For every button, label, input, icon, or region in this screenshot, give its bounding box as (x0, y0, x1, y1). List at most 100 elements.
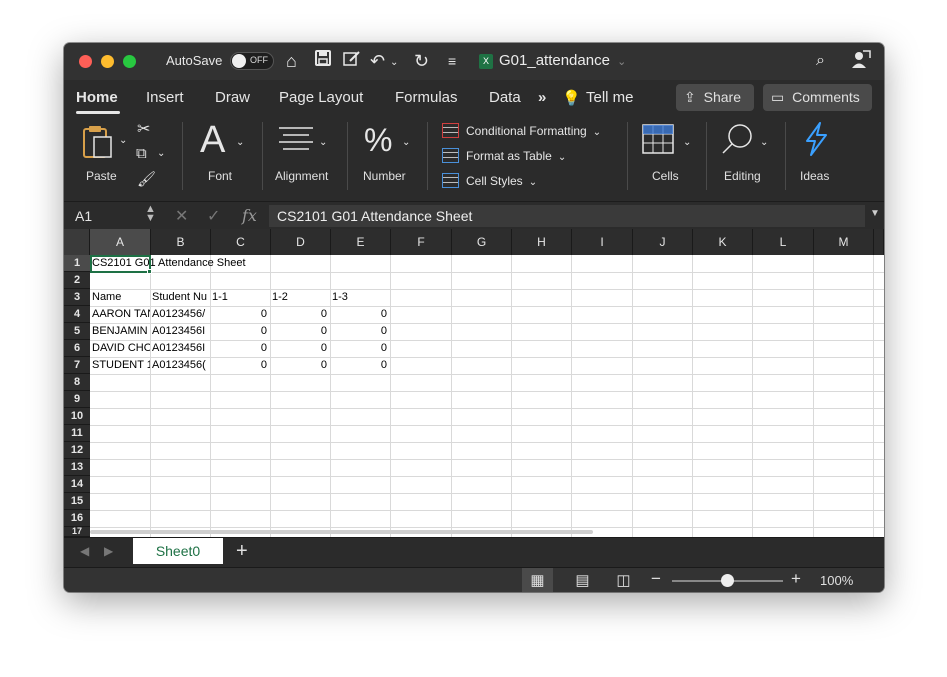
tab-page-layout[interactable]: Page Layout (279, 89, 363, 106)
cell-e5[interactable]: 0 (330, 323, 390, 340)
cell-styles-button[interactable]: Cell Styles ⌄ (442, 173, 537, 188)
copy-dropdown-icon[interactable]: ⌄ (157, 149, 165, 159)
select-all-corner[interactable] (64, 229, 90, 255)
cell-c4[interactable]: 0 (210, 306, 270, 323)
row-header-10[interactable]: 10 (64, 408, 90, 425)
tab-formulas[interactable]: Formulas (395, 89, 458, 106)
row-header-13[interactable]: 13 (64, 459, 90, 476)
cell-e7[interactable]: 0 (330, 357, 390, 374)
font-dropdown-icon[interactable]: ⌄ (236, 138, 244, 148)
autosave-toggle[interactable]: OFF (230, 52, 274, 70)
row-header-17[interactable]: 17 (64, 527, 90, 537)
cell-a4[interactable]: AARON TAN (90, 306, 150, 323)
cell-a3[interactable]: Name (90, 289, 150, 306)
comments-button[interactable]: ▭ Comments (763, 84, 872, 111)
document-title[interactable]: X G01_attendance ⌄ (479, 52, 626, 69)
cell-b6[interactable]: A0123456I (150, 340, 210, 357)
close-window-button[interactable] (79, 55, 92, 68)
fill-handle[interactable] (147, 269, 152, 274)
column-header-i[interactable]: I (572, 229, 633, 255)
minimize-window-button[interactable] (101, 55, 114, 68)
cell-d6[interactable]: 0 (270, 340, 330, 357)
zoom-level[interactable]: 100% (820, 573, 853, 588)
row-header-7[interactable]: 7 (64, 357, 90, 374)
more-tabs-button[interactable]: » (538, 89, 546, 106)
row-header-6[interactable]: 6 (64, 340, 90, 357)
cell-c3[interactable]: 1-1 (210, 289, 270, 306)
tab-home[interactable]: Home (76, 89, 118, 106)
row-header-5[interactable]: 5 (64, 323, 90, 340)
cell-a5[interactable]: BENJAMIN (90, 323, 150, 340)
tab-data[interactable]: Data (489, 89, 521, 106)
column-header-m[interactable]: M (814, 229, 874, 255)
share-button[interactable]: ⇪ Share (676, 84, 754, 111)
normal-view-icon[interactable]: ▦ (522, 568, 553, 592)
cell-e4[interactable]: 0 (330, 306, 390, 323)
spreadsheet-grid[interactable]: A B C D E F G H I J K L M 1 2 3 4 5 6 7 … (64, 229, 884, 537)
ideas-icon[interactable] (802, 122, 830, 160)
cell-b3[interactable]: Student Nu (150, 289, 210, 306)
tab-tell-me[interactable]: Tell me (586, 89, 634, 106)
row-header-12[interactable]: 12 (64, 442, 90, 459)
column-header-b[interactable]: B (151, 229, 211, 255)
formula-input[interactable]: CS2101 G01 Attendance Sheet (269, 205, 865, 227)
column-header-h[interactable]: H (512, 229, 572, 255)
undo-icon[interactable]: ↶ (370, 49, 385, 73)
home-icon[interactable]: ⌂ (286, 49, 297, 73)
paste-icon[interactable] (81, 124, 115, 164)
zoom-window-button[interactable] (123, 55, 136, 68)
name-box-stepper-icon[interactable]: ▲ ▼ (145, 204, 156, 224)
cell-d7[interactable]: 0 (270, 357, 330, 374)
name-box[interactable]: A1 (75, 208, 92, 224)
cell-c5[interactable]: 0 (210, 323, 270, 340)
row-header-1[interactable]: 1 (64, 255, 90, 272)
column-header-f[interactable]: F (391, 229, 452, 255)
font-icon[interactable]: A (200, 121, 225, 159)
save-icon[interactable] (314, 49, 332, 73)
cell-e3[interactable]: 1-3 (330, 289, 390, 306)
horizontal-scrollbar[interactable] (90, 530, 593, 534)
account-icon[interactable] (851, 49, 871, 75)
zoom-out-button[interactable]: − (651, 569, 661, 589)
cell-e6[interactable]: 0 (330, 340, 390, 357)
tab-draw[interactable]: Draw (215, 89, 250, 106)
conditional-formatting-button[interactable]: Conditional Formatting ⌄ (442, 123, 601, 138)
column-header-k[interactable]: K (693, 229, 753, 255)
redo-icon[interactable]: ↻ (414, 49, 429, 73)
row-header-2[interactable]: 2 (64, 272, 90, 289)
column-header-a[interactable]: A (90, 229, 151, 255)
format-as-table-button[interactable]: Format as Table ⌄ (442, 148, 566, 163)
insert-function-icon[interactable]: fx (242, 206, 257, 225)
cell-a6[interactable]: DAVID CHO (90, 340, 150, 357)
alignment-dropdown-icon[interactable]: ⌄ (319, 138, 327, 148)
customize-toolbar-icon[interactable]: ≡ (448, 49, 456, 73)
cell-c6[interactable]: 0 (210, 340, 270, 357)
editing-dropdown-icon[interactable]: ⌄ (760, 138, 768, 148)
column-header-l[interactable]: L (753, 229, 814, 255)
page-layout-view-icon[interactable]: ▤ (567, 568, 598, 592)
tab-insert[interactable]: Insert (146, 89, 184, 106)
row-header-9[interactable]: 9 (64, 391, 90, 408)
zoom-in-button[interactable]: + (791, 569, 801, 589)
row-header-8[interactable]: 8 (64, 374, 90, 391)
column-header-j[interactable]: J (633, 229, 693, 255)
format-painter-icon[interactable]: 🖌 (137, 172, 156, 187)
cell-b7[interactable]: A0123456( (150, 357, 210, 374)
next-sheet-icon[interactable]: ▶ (104, 544, 113, 558)
confirm-entry-icon[interactable]: ✓ (207, 206, 220, 226)
cell-b4[interactable]: A0123456/ (150, 306, 210, 323)
column-header-e[interactable]: E (331, 229, 391, 255)
cut-icon[interactable]: ✂ (137, 122, 150, 138)
cancel-entry-icon[interactable]: ✕ (175, 206, 188, 226)
row-header-15[interactable]: 15 (64, 493, 90, 510)
row-header-14[interactable]: 14 (64, 476, 90, 493)
row-header-11[interactable]: 11 (64, 425, 90, 442)
zoom-slider-handle[interactable] (721, 574, 734, 587)
row-header-16[interactable]: 16 (64, 510, 90, 527)
column-header-d[interactable]: D (271, 229, 331, 255)
add-sheet-button[interactable]: + (236, 540, 248, 563)
paste-dropdown-icon[interactable]: ⌄ (119, 136, 127, 146)
sheet-tab-sheet0[interactable]: Sheet0 (133, 538, 223, 564)
search-icon[interactable]: ⌕ (816, 49, 825, 73)
cells-dropdown-icon[interactable]: ⌄ (683, 138, 691, 148)
